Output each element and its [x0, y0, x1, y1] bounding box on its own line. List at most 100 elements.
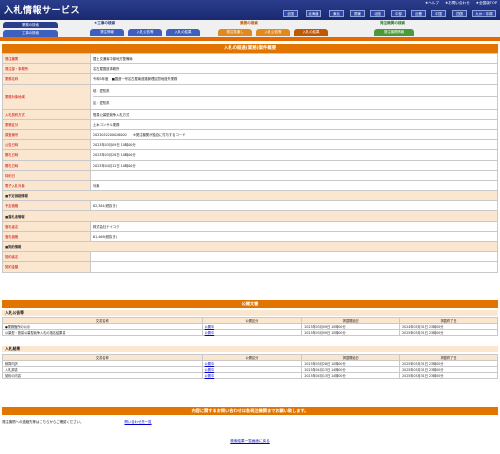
tab-gyomu-result[interactable]: 入札の結果	[294, 29, 328, 36]
section-heading: ■契約情報	[2, 240, 498, 253]
field-label: 業務区分	[2, 118, 91, 130]
field-label: 入札契約方式	[2, 108, 91, 120]
gyomu-group-title: 業務の検索	[240, 21, 258, 25]
field-label: 落札価格	[2, 230, 91, 243]
help-link[interactable]: ★ヘルプ	[425, 1, 439, 6]
detail-title: 入札の経過(業務)案件概要	[2, 44, 498, 53]
contact-link[interactable]: ★お問い合わせ	[445, 1, 470, 6]
doc-start: 2023年03月09日 10時00分	[301, 329, 401, 336]
doc-link[interactable]: 公開中	[205, 362, 215, 366]
docs-title: 公開文書	[2, 300, 498, 308]
top-links: ★ヘルプ ★お問い合わせ ★全国版TOP	[425, 1, 497, 6]
table-row: 予定価格 82,361(税抜き)	[2, 200, 498, 212]
tab-koji-result[interactable]: 入札の結果	[166, 29, 200, 36]
contact-row: 発注機関への連絡先等はこちらからご確認ください。 問い合わせ先一覧	[2, 419, 152, 424]
doc-start: 2023年04月13日 14時00分	[301, 372, 401, 379]
field-value: 土木コンサル業務	[90, 118, 498, 130]
region-nav: 全国 北海道 東北 関東 北陸 中部 近畿 中国 四国 九州・沖縄	[0, 10, 500, 18]
field-value: 2023年03月28日 10時00分	[90, 149, 498, 161]
region-kanto[interactable]: 関東	[350, 10, 365, 17]
field-label: 予定価格	[2, 200, 91, 212]
table-row: 契約金額	[2, 261, 498, 273]
table-row: 契約者名	[2, 251, 498, 263]
table-row: 業務対象地域 岐：愛知県 区：愛知県	[2, 83, 498, 110]
region-shikoku[interactable]: 四国	[452, 10, 467, 17]
region-chugoku[interactable]: 中国	[431, 10, 446, 17]
docs-table-notice: 文書名称 公開区分 掲載開始日 掲載終了日 ●業務箇所の公示 公開中 2023年…	[2, 317, 498, 336]
detail-table: 発注機関 国土交通省中部地方整備局 発注部・事務所 名古屋国道事務所 業務名称 令和5…	[2, 52, 498, 273]
field-label: 契約金額	[2, 261, 91, 273]
region-tohoku[interactable]: 東北	[329, 10, 344, 17]
region-kinki[interactable]: 近畿	[411, 10, 426, 17]
doc-name: 契約の内容	[2, 372, 203, 379]
region-hokuriku[interactable]: 北陸	[370, 10, 385, 17]
field-value	[90, 261, 498, 273]
table-row: 落札者名 株式会社テイコク	[2, 220, 498, 232]
koji-group-title: ★工事の検索	[94, 21, 116, 25]
field-value: 令和5年度 ■国道一号名古屋南道路管理区間地道外業務	[90, 73, 498, 85]
region-national[interactable]: 全国	[283, 10, 298, 17]
region-kyushu[interactable]: 九州・沖縄	[472, 10, 496, 17]
section-row: ■予定価格情報	[2, 190, 498, 202]
field-label: 調査番号	[2, 128, 91, 141]
field-label: 特約日	[2, 169, 91, 181]
table-row: 公告日時 2023年03月09日 10時00分	[2, 139, 498, 151]
field-value	[90, 169, 498, 181]
table-row: 落札価格 61,469(税抜き)	[2, 230, 498, 243]
doc-link[interactable]: 公開中	[205, 331, 215, 335]
field-value: 2023年04月12日 10時00分	[90, 159, 498, 171]
doc-status: 公開中	[201, 329, 303, 336]
contact-title: 内容に関するお問い合わせは各発注機関までお願い致します。	[2, 407, 498, 415]
field-label: 契約者名	[2, 251, 91, 263]
doc-link[interactable]: 公開中	[205, 325, 215, 329]
field-value: 61,469(税抜き)	[90, 230, 498, 243]
back-to-results: 検索結果一覧画面に戻る	[0, 439, 500, 444]
table-row: 発注機関 国土交通省中部地方整備局	[2, 52, 498, 65]
doc-status: 公開中	[201, 372, 303, 379]
field-label: 発注機関	[2, 52, 91, 65]
table-row: 発注部・事務所 名古屋国道事務所	[2, 63, 498, 75]
tab-gyomu-outlook[interactable]: 発注見通し	[218, 29, 252, 36]
region-chubu[interactable]: 中部	[391, 10, 406, 17]
table-row: 開札日時 2023年03月28日 10時00分	[2, 149, 498, 161]
table-row: 調査番号 2023052200026000 ※発注機関が独自に付与するコード	[2, 128, 498, 141]
field-value: 2023年03月09日 10時00分	[90, 139, 498, 151]
docs-group-notice: 入札公告等	[2, 310, 498, 316]
doc-link[interactable]: 公開中	[205, 368, 215, 372]
section-heading: ■予定価格情報	[2, 190, 498, 202]
doc-link[interactable]: 公開中	[205, 374, 215, 378]
docs-table-result: 文書名称 公開区分 掲載開始日 掲載終了日 積算内訳 公開中 2023年03月2…	[2, 354, 498, 379]
field-label: 落札者名	[2, 220, 91, 232]
section-heading: ■落札者情報	[2, 210, 498, 222]
kikan-group-title: 発注機関の検索	[380, 21, 406, 25]
field-label: 発注部・事務所	[2, 63, 91, 75]
field-value: 株式会社テイコク	[90, 220, 498, 232]
table-row: 電子入札対象 対象	[2, 179, 498, 192]
field-value: 2023052200026000 ※発注機関が独自に付与するコード	[90, 128, 498, 141]
back-link[interactable]: 検索結果一覧画面に戻る	[230, 439, 270, 443]
tab-koji-notice[interactable]: 入札公告等	[128, 29, 162, 36]
table-row: 業務名称 令和5年度 ■国道一号名古屋南道路管理区間地道外業務	[2, 73, 498, 85]
field-value: 簡易公募型競争入札方式	[90, 108, 498, 120]
field-value: 82,361(税抜き)	[90, 200, 498, 212]
tab-gyomu-notice[interactable]: 入札公告等	[256, 29, 290, 36]
field-label: 業務対象地域	[2, 83, 91, 110]
field-value: 国土交通省中部地方整備局	[90, 52, 498, 65]
field-label: 業務名称	[2, 73, 91, 85]
table-row: 公募型・簡易公募型競争入札の指名結果書 公開中 2023年03月09日 10時0…	[2, 329, 498, 336]
field-value: 対象	[90, 179, 498, 192]
doc-end: 2025年03月31日 23時00分	[399, 329, 498, 336]
section-row: ■契約情報	[2, 240, 498, 253]
tab-koji-search[interactable]: 工事の検索	[3, 30, 58, 37]
region-hokkaido[interactable]: 北海道	[306, 10, 321, 17]
table-row: 業務区分 土木コンサル業務	[2, 118, 498, 130]
national-top-link[interactable]: ★全国版TOP	[476, 1, 497, 6]
tab-kikan-info[interactable]: 発注機関情報	[374, 29, 414, 36]
field-label: 公告日時	[2, 139, 91, 151]
docs-group-result: 入札結果	[2, 346, 498, 352]
tab-koji-order[interactable]: 発注情報	[90, 29, 124, 36]
tab-gyomu-search[interactable]: 業務の検索	[3, 22, 58, 28]
contact-list-link[interactable]: 問い合わせ先一覧	[124, 420, 151, 424]
table-row: 特約日	[2, 169, 498, 181]
field-label: 開札日時	[2, 159, 91, 171]
